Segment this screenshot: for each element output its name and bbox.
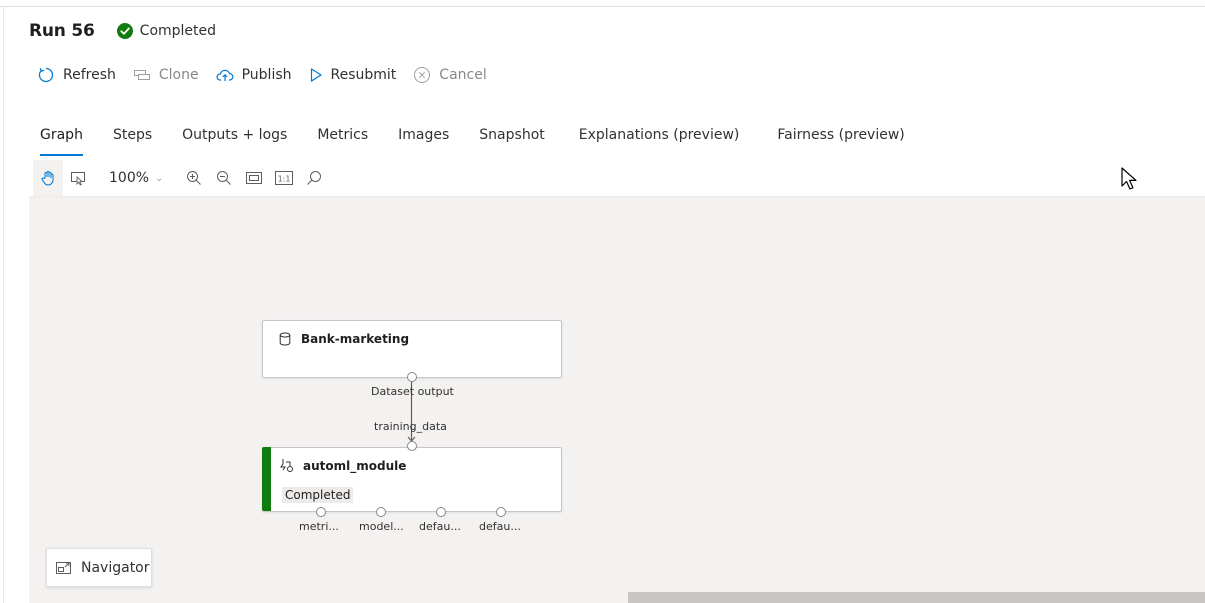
navigator-button[interactable]: Navigator <box>46 548 152 587</box>
module-icon <box>280 459 293 472</box>
run-title: Run 56 <box>29 21 95 41</box>
output-label-default-2: defau... <box>479 520 521 533</box>
database-icon <box>279 332 291 346</box>
output-port-default-1[interactable] <box>436 507 446 517</box>
check-circle-icon <box>116 23 133 39</box>
clone-label: Clone <box>158 67 199 83</box>
clone-icon <box>133 70 150 80</box>
cancel-circle-icon <box>414 67 431 83</box>
run-tabs: Graph Steps Outputs + logs Metrics Image… <box>40 124 935 158</box>
refresh-icon <box>38 67 54 83</box>
navigator-label: Navigator <box>81 559 150 576</box>
graph-edges <box>407 382 416 442</box>
tab-outputs-logs[interactable]: Outputs + logs <box>182 124 287 158</box>
output-port-model[interactable] <box>376 507 386 517</box>
navigator-icon <box>56 561 71 574</box>
cancel-label: Cancel <box>439 67 487 83</box>
dataset-output-label: Dataset output <box>371 385 454 398</box>
dataset-node[interactable]: Bank-marketing <box>262 320 562 378</box>
top-divider <box>0 6 1205 7</box>
cancel-button[interactable]: Cancel <box>413 66 487 84</box>
mouse-cursor-icon <box>1121 167 1137 190</box>
publish-label: Publish <box>241 67 292 83</box>
tab-metrics[interactable]: Metrics <box>317 124 368 158</box>
run-toolbar: Refresh Clone Publish Resubmit Cancel <box>37 64 504 86</box>
tab-graph[interactable]: Graph <box>40 124 83 158</box>
output-label-default-1: defau... <box>419 520 461 533</box>
publish-button[interactable]: Publish <box>216 67 292 83</box>
node-status-badge: Completed <box>282 487 354 503</box>
tab-fairness[interactable]: Fairness (preview) <box>777 124 904 158</box>
output-port-default-2[interactable] <box>496 507 506 517</box>
play-icon <box>310 68 322 82</box>
output-label-model: model... <box>359 520 404 533</box>
run-status-label: Completed <box>139 23 217 39</box>
dataset-node-name: Bank-marketing <box>301 332 410 346</box>
cloud-upload-icon <box>216 69 233 81</box>
refresh-button[interactable]: Refresh <box>37 66 116 84</box>
training-data-port[interactable] <box>406 441 417 451</box>
clone-button[interactable]: Clone <box>133 67 199 83</box>
output-label-metrics: metri... <box>299 520 339 533</box>
graph-canvas[interactable]: 100% ⌄ 1:1 Bank-marketing Dataset output… <box>29 160 1205 603</box>
tab-steps[interactable]: Steps <box>113 124 152 158</box>
horizontal-scrollbar[interactable] <box>628 592 1205 603</box>
run-header: Run 56 Completed <box>29 19 216 43</box>
resubmit-label: Resubmit <box>330 67 397 83</box>
tab-images[interactable]: Images <box>398 124 449 158</box>
refresh-label: Refresh <box>63 67 116 83</box>
tab-snapshot[interactable]: Snapshot <box>479 124 544 158</box>
automl-module-node[interactable]: automl_module Completed <box>262 447 562 512</box>
run-status: Completed <box>116 23 217 39</box>
dataset-output-port[interactable] <box>406 372 417 382</box>
tab-explanations[interactable]: Explanations (preview) <box>579 124 740 158</box>
training-data-label: training_data <box>374 420 447 433</box>
automl-module-name: automl_module <box>303 459 407 473</box>
left-divider <box>3 7 4 603</box>
output-port-metrics[interactable] <box>316 507 326 517</box>
node-status-bar <box>262 447 271 511</box>
resubmit-button[interactable]: Resubmit <box>309 67 397 83</box>
